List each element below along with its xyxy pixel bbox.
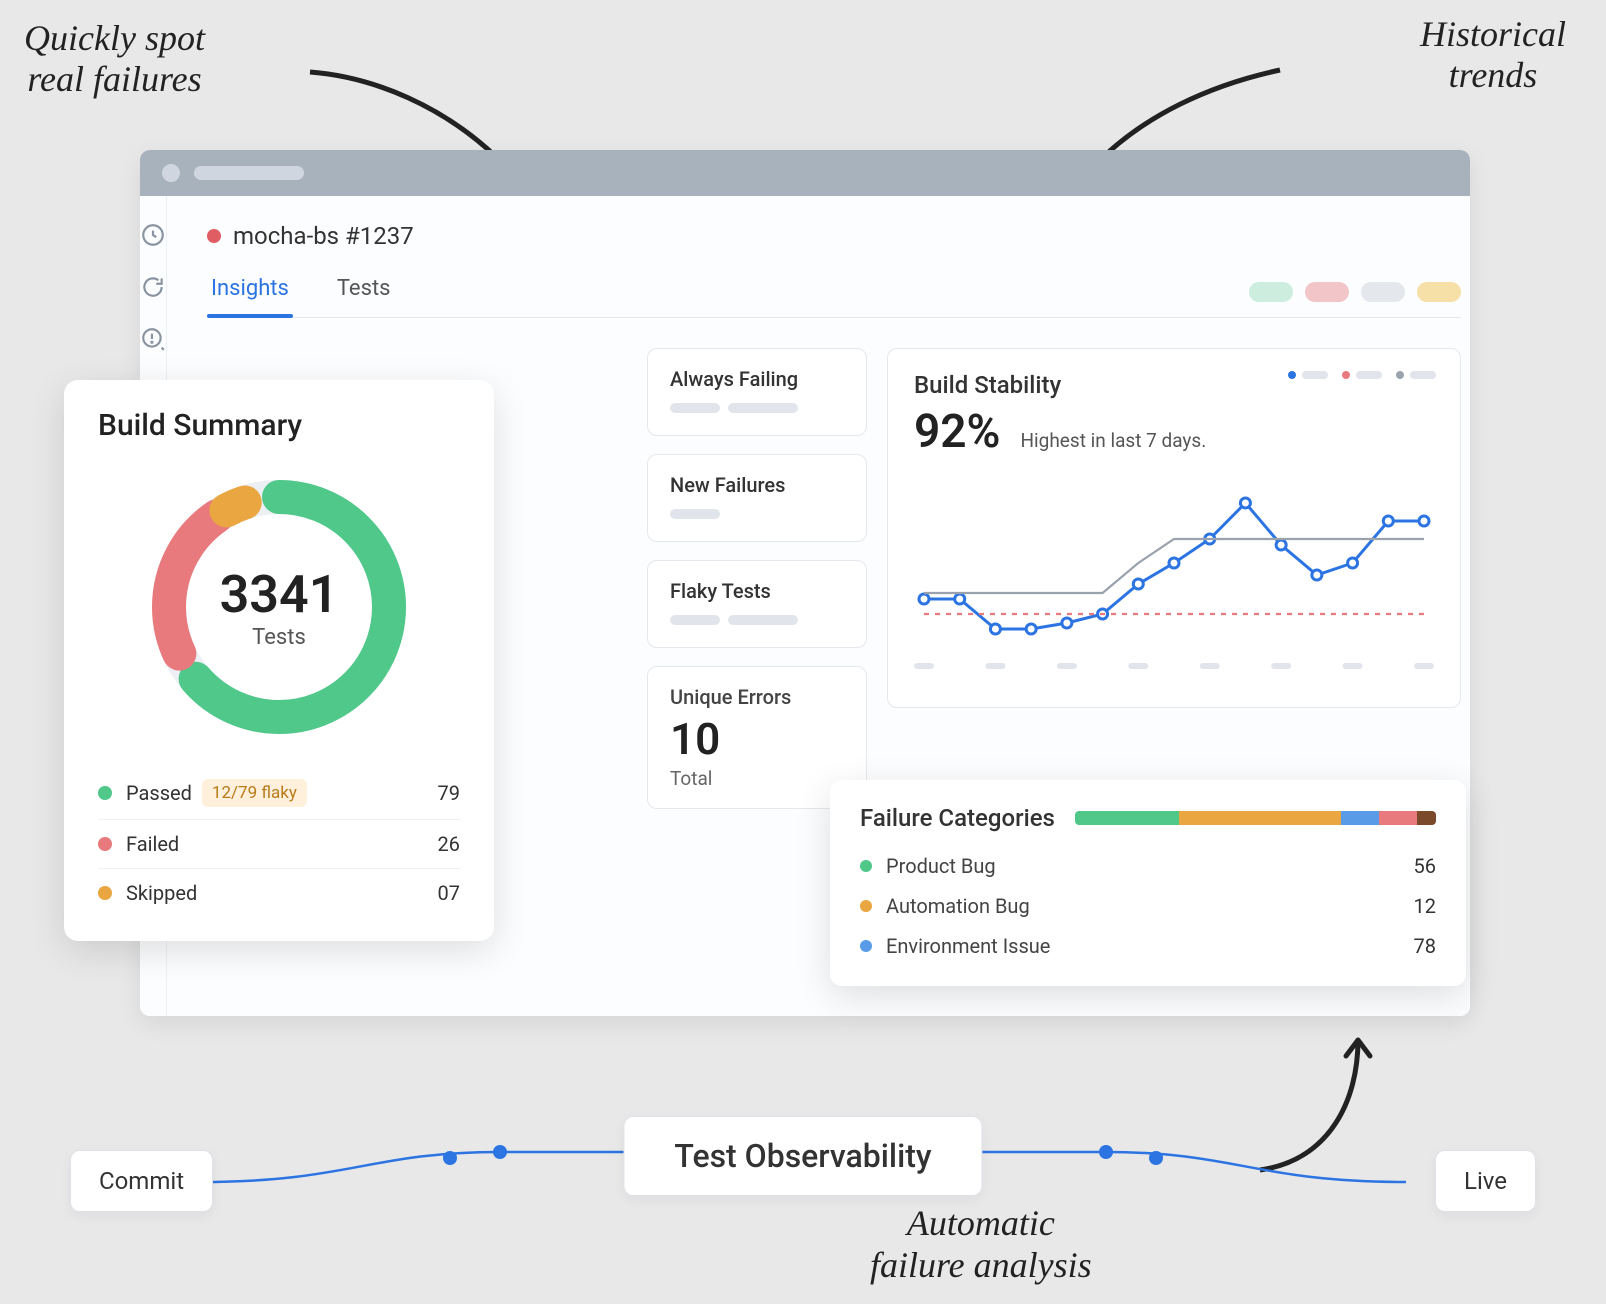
annotation-historical-trends: Historical trends — [1420, 14, 1566, 97]
legend-row: Passed 12/79 flaky 79 — [98, 767, 460, 819]
pill-grey[interactable] — [1361, 282, 1405, 302]
filter-pills — [1249, 266, 1461, 317]
fc-segment — [1341, 811, 1379, 825]
fc-value: 56 — [1414, 854, 1436, 878]
wrench-icon[interactable] — [140, 222, 166, 248]
fc-label: Environment Issue — [886, 934, 1050, 958]
card-build-stability: Build Stability 92% Highest in last 7 da… — [887, 348, 1461, 708]
refresh-icon[interactable] — [140, 274, 166, 300]
status-dot-icon — [207, 229, 221, 243]
stability-value: 92% — [914, 405, 1001, 459]
failure-categories-bar — [1075, 811, 1436, 825]
card-flaky-tests[interactable]: Flaky Tests — [647, 560, 867, 648]
donut-total: 3341 — [220, 564, 339, 625]
run-header: mocha-bs #1237 — [207, 222, 1461, 250]
stability-chart — [914, 469, 1434, 669]
tab-insights[interactable]: Insights — [207, 266, 293, 317]
legend-dot-icon — [98, 886, 112, 900]
pipeline-live[interactable]: Live — [1435, 1150, 1536, 1212]
failure-categories-list: Product Bug 56 Automation Bug 12 Environment… — [860, 846, 1436, 966]
legend-value: 07 — [438, 881, 460, 905]
fc-row: Automation Bug 12 — [860, 886, 1436, 926]
build-summary-title: Build Summary — [98, 408, 460, 443]
fc-segment — [1417, 811, 1436, 825]
fc-label: Automation Bug — [886, 894, 1030, 918]
fc-row: Environment Issue 78 — [860, 926, 1436, 966]
failure-categories-title: Failure Categories — [860, 804, 1055, 832]
fc-label: Product Bug — [886, 854, 996, 878]
fc-dot-icon — [860, 940, 872, 952]
legend-dot-icon — [98, 786, 112, 800]
pipeline-commit[interactable]: Commit — [70, 1150, 213, 1212]
legend-label: Passed — [126, 781, 192, 805]
fc-value: 12 — [1414, 894, 1436, 918]
card-flaky-tests-title: Flaky Tests — [670, 579, 844, 603]
card-new-failures-title: New Failures — [670, 473, 844, 497]
fc-dot-icon — [860, 860, 872, 872]
titlebar — [140, 150, 1470, 196]
window-dot-icon — [162, 164, 180, 182]
card-build-summary: Build Summary 3341 Tests Passed 12/79 fla… — [64, 380, 494, 941]
flaky-badge: 12/79 flaky — [202, 779, 307, 807]
annotation-spot-failures: Quickly spot real failures — [24, 18, 205, 101]
tab-tests[interactable]: Tests — [333, 266, 395, 317]
fc-segment — [1379, 811, 1417, 825]
pill-green[interactable] — [1249, 282, 1293, 302]
donut-chart: 3341 Tests — [139, 467, 419, 747]
donut-label: Tests — [252, 625, 306, 650]
stability-legend — [1288, 371, 1436, 379]
legend-value: 26 — [438, 832, 460, 856]
tabs: Insights Tests — [207, 266, 1461, 318]
card-always-failing[interactable]: Always Failing — [647, 348, 867, 436]
unique-errors-value: 10 — [670, 713, 844, 765]
url-placeholder — [194, 166, 304, 180]
unique-errors-title: Unique Errors — [670, 685, 844, 709]
fc-segment — [1075, 811, 1180, 825]
legend-dot-icon — [98, 837, 112, 851]
stability-subtitle: Highest in last 7 days. — [1021, 429, 1207, 452]
fc-value: 78 — [1414, 934, 1436, 958]
legend-label: Skipped — [126, 881, 197, 905]
legend-row: Failed 26 — [98, 819, 460, 868]
pill-yellow[interactable] — [1417, 282, 1461, 302]
alert-icon[interactable] — [140, 326, 166, 352]
card-new-failures[interactable]: New Failures — [647, 454, 867, 542]
legend-row: Skipped 07 — [98, 868, 460, 917]
fc-row: Product Bug 56 — [860, 846, 1436, 886]
legend-value: 79 — [438, 781, 460, 805]
pipeline-center[interactable]: Test Observability — [623, 1116, 982, 1196]
unique-errors-label: Total — [670, 767, 844, 790]
fc-segment — [1179, 811, 1341, 825]
legend-label: Failed — [126, 832, 179, 856]
fc-dot-icon — [860, 900, 872, 912]
pill-pink[interactable] — [1305, 282, 1349, 302]
card-failure-categories: Failure Categories Product Bug 56 Automati… — [830, 780, 1466, 986]
card-always-failing-title: Always Failing — [670, 367, 844, 391]
pipeline: Commit Test Observability Live — [70, 1110, 1536, 1230]
build-summary-legend: Passed 12/79 flaky 79 Failed 26 Skipped 07 — [98, 767, 460, 917]
run-title: mocha-bs #1237 — [233, 222, 414, 250]
